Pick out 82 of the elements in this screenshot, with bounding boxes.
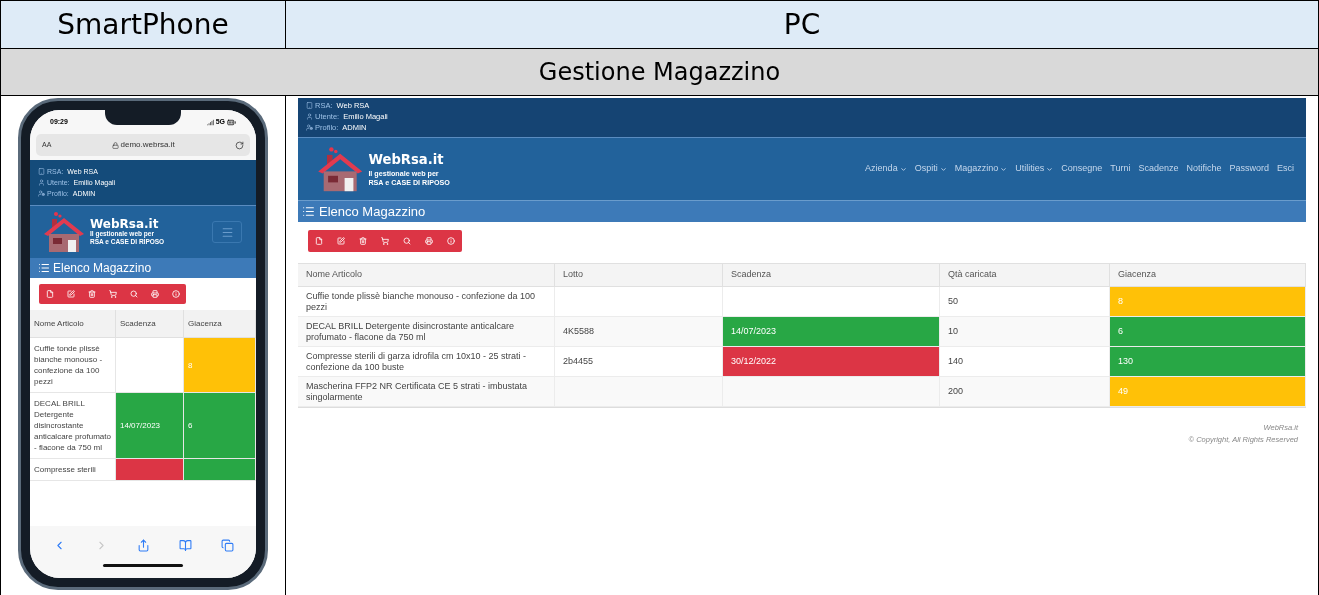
table-cell: 14/07/2023 <box>116 393 184 459</box>
logo-name: WebRsa.it <box>368 151 445 170</box>
battery-icon <box>227 117 236 127</box>
nav-link[interactable]: Scadenze <box>1138 162 1179 176</box>
table-cell: Cuffie tonde plissè bianche monouso - confezione da 100 pezzi <box>30 338 116 393</box>
table-cell: 14/07/2023 <box>723 317 940 347</box>
edit-icon <box>337 237 345 245</box>
table-cell: 200 <box>940 377 1110 407</box>
column-header: Nome Articolo <box>30 310 116 338</box>
reload-icon[interactable] <box>235 140 244 150</box>
nav-link[interactable]: Azienda <box>865 162 907 176</box>
nav-link[interactable]: Notifiche <box>1186 162 1222 176</box>
table-cell: 2b4455 <box>555 347 723 377</box>
column-header: Qtà caricata <box>940 263 1110 287</box>
logo-name: WebRsa.it <box>90 217 160 230</box>
lock-icon <box>111 141 119 149</box>
table-cell <box>116 338 184 393</box>
nav-link[interactable]: Magazzino <box>954 162 1008 176</box>
table-cell: 10 <box>940 317 1110 347</box>
table-cell: 6 <box>1110 317 1306 347</box>
menu-button[interactable] <box>212 221 242 243</box>
info-icon <box>171 290 180 298</box>
table-cell: DECAL BRILL Detergente disincrostante anticalcare profumato - flacone da 750 ml <box>298 317 555 347</box>
user-icon <box>306 113 313 120</box>
building-icon <box>306 102 313 109</box>
signal-icon <box>206 118 214 126</box>
table-cell: 6 <box>184 393 256 459</box>
column-header: Giacenza <box>1110 263 1306 287</box>
column-header: Scadenza <box>116 310 184 338</box>
house-logo-icon <box>316 144 365 194</box>
table-cell: 30/12/2022 <box>723 347 940 377</box>
nav-link[interactable]: Password <box>1229 162 1269 176</box>
list-icon <box>38 262 50 274</box>
menu-icon <box>220 225 234 239</box>
table-cell: Compresse sterili di garza idrofila cm 10x10 - 25 strati - confezione da 100 buste <box>298 347 555 377</box>
user-icon <box>38 179 45 186</box>
table-cell: Cuffie tonde plissè bianche monouso - confezione da 100 pezzi <box>298 287 555 317</box>
info-icon <box>447 237 455 245</box>
table-cell: DECAL BRILL Detergente disincrostante anticalcare profumato - flacone da 750 ml <box>30 393 116 459</box>
page-title: Elenco Magazzino <box>53 262 152 274</box>
list-icon <box>302 205 315 218</box>
column-header: Lotto <box>555 263 723 287</box>
url-text: demo.webrsa.it <box>120 139 175 151</box>
column-heading: SmartPhone <box>1 1 286 49</box>
search-icon <box>129 290 138 298</box>
search-icon <box>403 237 411 245</box>
nav-link[interactable]: Turni <box>1110 162 1131 176</box>
print-icon <box>425 237 433 245</box>
table-cell: Mascherina FFP2 NR Certificata CE 5 strati - imbustata singolarmente <box>298 377 555 407</box>
nav-link[interactable]: Esci <box>1277 162 1294 176</box>
table-cell: 49 <box>1110 377 1306 407</box>
nav-link[interactable]: Ospiti <box>914 162 947 176</box>
nav-link[interactable]: Consegne <box>1061 162 1103 176</box>
house-logo-icon <box>42 210 86 254</box>
table-cell: 130 <box>1110 347 1306 377</box>
user-badge-icon <box>306 124 313 131</box>
table-cell: 8 <box>1110 287 1306 317</box>
bookmarks-icon[interactable] <box>178 538 192 552</box>
trash-icon <box>87 290 96 298</box>
table-cell: 50 <box>940 287 1110 317</box>
print-icon <box>150 290 159 298</box>
user-badge-icon <box>38 190 45 197</box>
building-icon <box>38 168 45 175</box>
column-header: Giacenza <box>184 310 256 338</box>
cart-icon <box>381 237 389 245</box>
cart-icon <box>108 290 117 298</box>
nav-link[interactable]: Utilities <box>1015 162 1054 176</box>
column-header: Scadenza <box>723 263 940 287</box>
share-icon[interactable] <box>136 538 150 552</box>
column-header: Nome Articolo <box>298 263 555 287</box>
trash-icon <box>359 237 367 245</box>
table-cell: 4K5588 <box>555 317 723 347</box>
table-cell: 140 <box>940 347 1110 377</box>
document-icon <box>45 290 54 298</box>
column-heading: PC <box>286 1 1319 49</box>
edit-icon <box>66 290 75 298</box>
section-heading: Gestione Magazzino <box>1 49 1319 96</box>
document-icon <box>315 237 323 245</box>
table-cell: 8 <box>184 338 256 393</box>
tabs-icon[interactable] <box>220 538 234 552</box>
page-title: Elenco Magazzino <box>319 202 426 221</box>
table-cell: Compresse sterili <box>30 459 116 481</box>
